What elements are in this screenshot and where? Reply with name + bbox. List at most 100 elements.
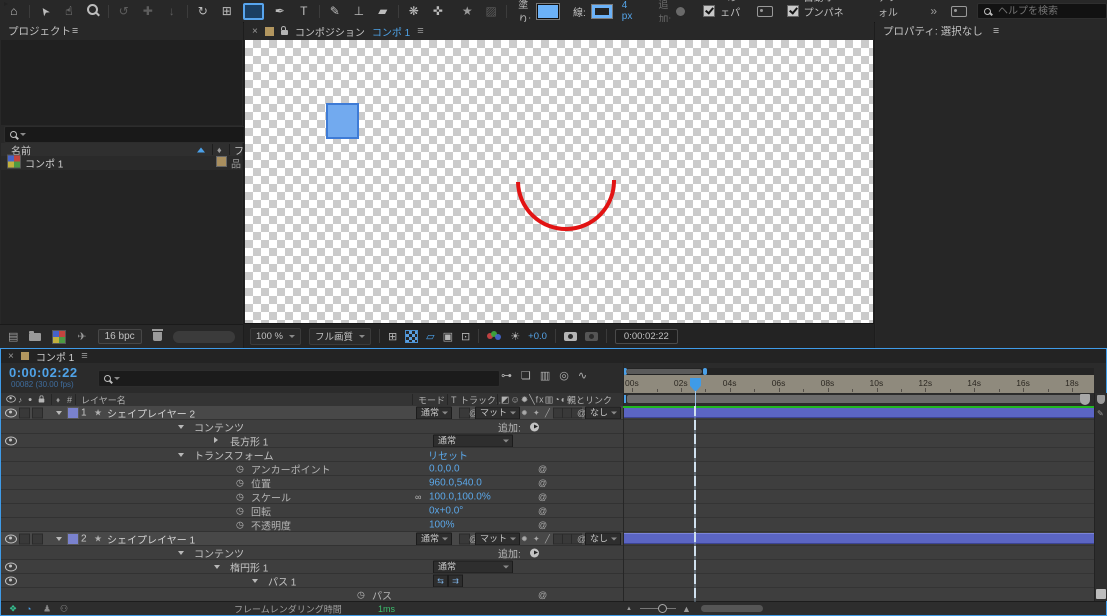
lock-icon[interactable] (281, 30, 288, 35)
add-property-button[interactable] (530, 422, 539, 431)
mode-column[interactable]: モード (418, 393, 445, 406)
property-stopwatch[interactable]: ◷ (236, 505, 244, 516)
property-value[interactable]: 0x+0.0° (429, 505, 463, 516)
frame-blending-icon[interactable]: ▥ (540, 369, 550, 382)
group-expander[interactable] (214, 437, 218, 443)
property-pickwhip[interactable]: @ (538, 506, 547, 516)
rotation-tool[interactable]: ↻ (191, 4, 215, 18)
group-name[interactable]: コンテンツ (194, 546, 244, 560)
property-name[interactable]: 回転 (251, 504, 271, 518)
number-column[interactable]: # (67, 395, 72, 405)
mini-flowchart-icon[interactable]: ⊶ (501, 369, 512, 382)
comp-marker-bin-icon[interactable] (1097, 395, 1105, 404)
visibility-eye-icon[interactable] (5, 436, 17, 445)
new-composition-icon[interactable] (52, 330, 66, 344)
panel-menu-icon[interactable]: ≡ (417, 25, 423, 37)
layer-name-column[interactable]: レイヤー名 (81, 393, 126, 406)
audio-column-icon[interactable]: ♪ (18, 395, 22, 404)
eraser-tool[interactable]: ▰ (371, 4, 395, 18)
blend-mode-dropdown[interactable]: 通常 (416, 532, 452, 545)
property-pickwhip[interactable]: @ (538, 492, 547, 502)
project-item-row[interactable]: コンポ 1 品 (1, 156, 242, 170)
property-stopwatch[interactable]: ◷ (357, 589, 365, 600)
navigator-end-handle[interactable] (703, 368, 707, 375)
panel-slider[interactable] (173, 331, 235, 343)
pan-camera-tool[interactable]: ✚ (136, 4, 160, 18)
rectangle-tool[interactable] (243, 3, 264, 20)
layer-color-chip[interactable] (67, 533, 79, 545)
blue-rectangle-shape[interactable] (326, 103, 359, 139)
solo-column-icon[interactable]: ● (28, 396, 32, 403)
lock-column-icon[interactable] (39, 398, 45, 402)
bit-depth-button[interactable]: 16 bpc (98, 329, 142, 344)
blend-mode-dropdown[interactable]: 通常 (433, 434, 513, 447)
label-column-icon[interactable]: ♦ (217, 145, 222, 155)
bezier-path-checkbox[interactable] (703, 5, 715, 17)
scroll-corner[interactable] (1096, 589, 1106, 599)
snapshot-icon[interactable] (564, 332, 577, 341)
composition-tab-name[interactable]: コンポ 1 (372, 24, 410, 39)
trkmat-t-column[interactable]: T (451, 395, 457, 405)
audio-cell[interactable] (19, 407, 30, 418)
home-tool[interactable]: ⌂ (2, 4, 26, 18)
show-snapshot-icon[interactable] (585, 332, 598, 341)
track-matte-dropdown[interactable]: マット (475, 406, 520, 419)
sort-ascending-icon[interactable] (197, 147, 205, 152)
composition-viewport[interactable] (245, 40, 873, 324)
eye-column-icon[interactable] (6, 395, 16, 402)
delete-icon[interactable] (153, 332, 162, 341)
new-folder-icon[interactable] (29, 333, 41, 341)
panes-divider[interactable] (623, 363, 624, 602)
stroke-color-swatch[interactable] (592, 5, 612, 18)
mask-visibility-icon[interactable]: ▱ (426, 330, 434, 343)
solo-cell[interactable] (32, 533, 43, 544)
comp-marker-shield[interactable] (1080, 394, 1090, 405)
hand-tool[interactable]: ☝ (57, 4, 81, 18)
layer-name[interactable]: シェイプレイヤー 2 (107, 406, 195, 420)
pen-marker-icon[interactable]: ✎ (1097, 409, 1104, 418)
dolly-camera-tool[interactable]: ↓ (160, 4, 184, 18)
solo-cell[interactable] (32, 407, 43, 418)
layer-switch-icon[interactable]: ✦ (533, 534, 540, 543)
layer-switch-icon[interactable]: ✹ (521, 534, 528, 543)
property-stopwatch[interactable]: ◷ (236, 491, 244, 502)
close-icon[interactable]: × (8, 351, 14, 362)
timeline-tab-name[interactable]: コンポ 1 (36, 349, 74, 364)
timeline-search-box[interactable] (98, 370, 500, 387)
safe-margins-icon[interactable]: ⊡ (461, 330, 470, 343)
clone-stamp-tool[interactable]: ⊥ (347, 4, 371, 18)
search-options-caret[interactable] (20, 133, 26, 136)
interpret-footage-icon[interactable]: ▤ (8, 330, 18, 343)
property-name[interactable]: パス (372, 588, 392, 602)
draft-3d-icon[interactable]: ❏ (521, 369, 531, 382)
property-pickwhip[interactable]: @ (538, 464, 547, 474)
layer-expander[interactable] (56, 537, 62, 541)
property-value[interactable]: 100% (429, 519, 455, 530)
property-name[interactable]: アンカーポイント (251, 462, 331, 476)
zoom-tool[interactable] (81, 4, 105, 18)
visibility-eye-icon[interactable] (5, 562, 17, 571)
fill-color-swatch[interactable] (537, 4, 559, 19)
visibility-eye-icon[interactable] (5, 576, 17, 585)
visibility-eye-icon[interactable] (5, 534, 17, 543)
composition-tab-label[interactable]: コンポジション (295, 24, 365, 39)
group-name[interactable]: コンテンツ (194, 420, 244, 434)
property-value[interactable]: 960.0,540.0 (429, 477, 482, 488)
pan-behind-tool[interactable]: ⊞ (215, 4, 239, 18)
composition-name[interactable]: コンポ 1 (25, 156, 63, 171)
type-tool[interactable]: T (292, 4, 316, 18)
layer-expander[interactable] (56, 411, 62, 415)
property-pickwhip[interactable]: @ (538, 520, 547, 530)
property-value[interactable]: 100.0,100.0% (429, 491, 491, 502)
audio-cell[interactable] (19, 533, 30, 544)
current-timecode[interactable]: 0:00:02:22 (9, 365, 78, 380)
help-search-box[interactable] (977, 3, 1107, 19)
zoom-out-icon[interactable]: ▲ (626, 606, 632, 612)
magnification-dropdown[interactable]: 100 % (250, 328, 301, 345)
add-property-button[interactable] (530, 548, 539, 557)
panel-menu-icon[interactable]: ≡ (81, 350, 87, 362)
roto-brush-tool[interactable]: ❋ (402, 4, 426, 18)
grid-guides-icon[interactable]: ⊞ (388, 330, 397, 343)
property-name[interactable]: 位置 (251, 476, 271, 490)
visibility-eye-icon[interactable] (5, 408, 17, 417)
